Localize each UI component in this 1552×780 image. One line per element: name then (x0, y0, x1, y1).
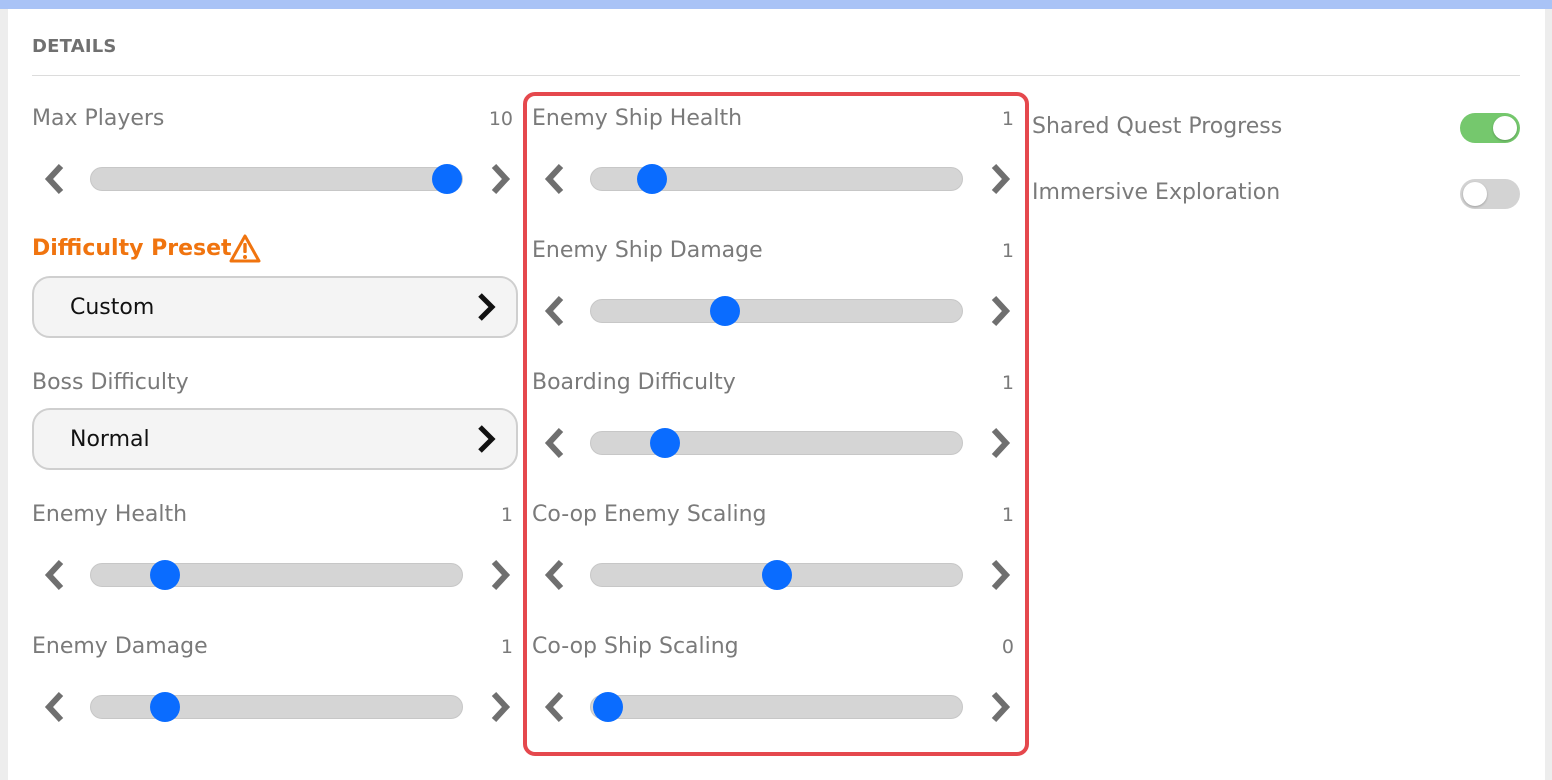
coop-ship-scaling-label: Co-op Ship Scaling (532, 634, 739, 659)
slider-thumb[interactable] (650, 428, 681, 458)
boss-difficulty-selector[interactable]: Normal (32, 408, 518, 470)
max-players-value: 10 (488, 108, 513, 130)
coop-ship-scaling-slider[interactable] (590, 692, 963, 722)
enemy-ship-health-slider[interactable] (590, 164, 963, 194)
enemy-ship-health-value: 1 (1001, 108, 1014, 130)
boarding-difficulty-slider[interactable] (590, 428, 963, 458)
coop-enemy-scaling-decrease-button[interactable] (540, 558, 570, 592)
section-heading: DETAILS (32, 36, 117, 57)
chevron-left-icon (44, 691, 64, 723)
slider-thumb[interactable] (150, 692, 181, 722)
boarding-difficulty-decrease-button[interactable] (540, 426, 570, 460)
coop-enemy-scaling-value: 1 (1001, 504, 1014, 526)
slider-thumb[interactable] (761, 560, 792, 590)
boarding-difficulty-label: Boarding Difficulty (532, 370, 736, 395)
enemy-health-decrease-button[interactable] (40, 558, 70, 592)
enemy-health-label: Enemy Health (32, 502, 188, 527)
chevron-right-icon (478, 425, 496, 453)
enemy-ship-damage-increase-button[interactable] (985, 294, 1015, 328)
enemy-damage-decrease-button[interactable] (40, 690, 70, 724)
chevron-right-icon (991, 427, 1011, 459)
chevron-left-icon (544, 295, 564, 327)
slider-thumb[interactable] (432, 164, 463, 194)
coop-ship-scaling-increase-button[interactable] (985, 690, 1015, 724)
difficulty-preset-value: Custom (70, 295, 155, 320)
enemy-ship-health-label: Enemy Ship Health (532, 106, 743, 131)
details-panel (8, 9, 1545, 780)
enemy-ship-damage-value: 1 (1001, 240, 1014, 262)
enemy-damage-value: 1 (500, 636, 513, 658)
enemy-health-slider[interactable] (90, 560, 463, 590)
chevron-left-icon (544, 559, 564, 591)
shared-quest-progress-toggle[interactable] (1460, 113, 1520, 143)
slider-thumb[interactable] (150, 560, 181, 590)
coop-enemy-scaling-increase-button[interactable] (985, 558, 1015, 592)
enemy-ship-health-increase-button[interactable] (985, 162, 1015, 196)
enemy-damage-slider[interactable] (90, 692, 463, 722)
enemy-ship-damage-slider[interactable] (590, 296, 963, 326)
enemy-ship-damage-label: Enemy Ship Damage (532, 238, 763, 263)
max-players-label: Max Players (32, 106, 165, 131)
chevron-left-icon (544, 427, 564, 459)
shared-quest-progress-label: Shared Quest Progress (1032, 114, 1283, 139)
coop-ship-scaling-decrease-button[interactable] (540, 690, 570, 724)
enemy-damage-label: Enemy Damage (32, 634, 208, 659)
chevron-right-icon (491, 691, 511, 723)
enemy-health-value: 1 (500, 504, 513, 526)
immersive-exploration-toggle[interactable] (1460, 179, 1520, 209)
warning-triangle-icon (229, 234, 261, 264)
top-accent-bar (0, 0, 1552, 9)
coop-enemy-scaling-label: Co-op Enemy Scaling (532, 502, 767, 527)
boss-difficulty-value: Normal (70, 427, 150, 452)
chevron-right-icon (491, 163, 511, 195)
chevron-left-icon (544, 691, 564, 723)
difficulty-preset-selector[interactable]: Custom (32, 276, 518, 338)
chevron-right-icon (991, 295, 1011, 327)
boss-difficulty-label: Boss Difficulty (32, 370, 189, 395)
max-players-decrease-button[interactable] (40, 162, 70, 196)
chevron-right-icon (991, 163, 1011, 195)
boarding-difficulty-increase-button[interactable] (985, 426, 1015, 460)
chevron-right-icon (991, 559, 1011, 591)
chevron-right-icon (478, 293, 496, 321)
immersive-exploration-label: Immersive Exploration (1032, 180, 1281, 205)
enemy-damage-increase-button[interactable] (485, 690, 515, 724)
max-players-slider[interactable] (90, 164, 463, 194)
toggle-knob (1493, 116, 1517, 140)
difficulty-preset-label: Difficulty Preset (32, 236, 232, 261)
chevron-right-icon (991, 691, 1011, 723)
chevron-right-icon (491, 559, 511, 591)
coop-enemy-scaling-slider[interactable] (590, 560, 963, 590)
coop-ship-scaling-value: 0 (1001, 636, 1014, 658)
boarding-difficulty-value: 1 (1001, 372, 1014, 394)
heading-divider (32, 75, 1520, 76)
slider-thumb[interactable] (709, 296, 740, 326)
slider-thumb[interactable] (592, 692, 623, 722)
enemy-ship-health-decrease-button[interactable] (540, 162, 570, 196)
chevron-left-icon (44, 559, 64, 591)
max-players-increase-button[interactable] (485, 162, 515, 196)
chevron-left-icon (44, 163, 64, 195)
enemy-ship-damage-decrease-button[interactable] (540, 294, 570, 328)
chevron-left-icon (544, 163, 564, 195)
enemy-health-increase-button[interactable] (485, 558, 515, 592)
toggle-knob (1463, 182, 1487, 206)
slider-thumb[interactable] (637, 164, 668, 194)
